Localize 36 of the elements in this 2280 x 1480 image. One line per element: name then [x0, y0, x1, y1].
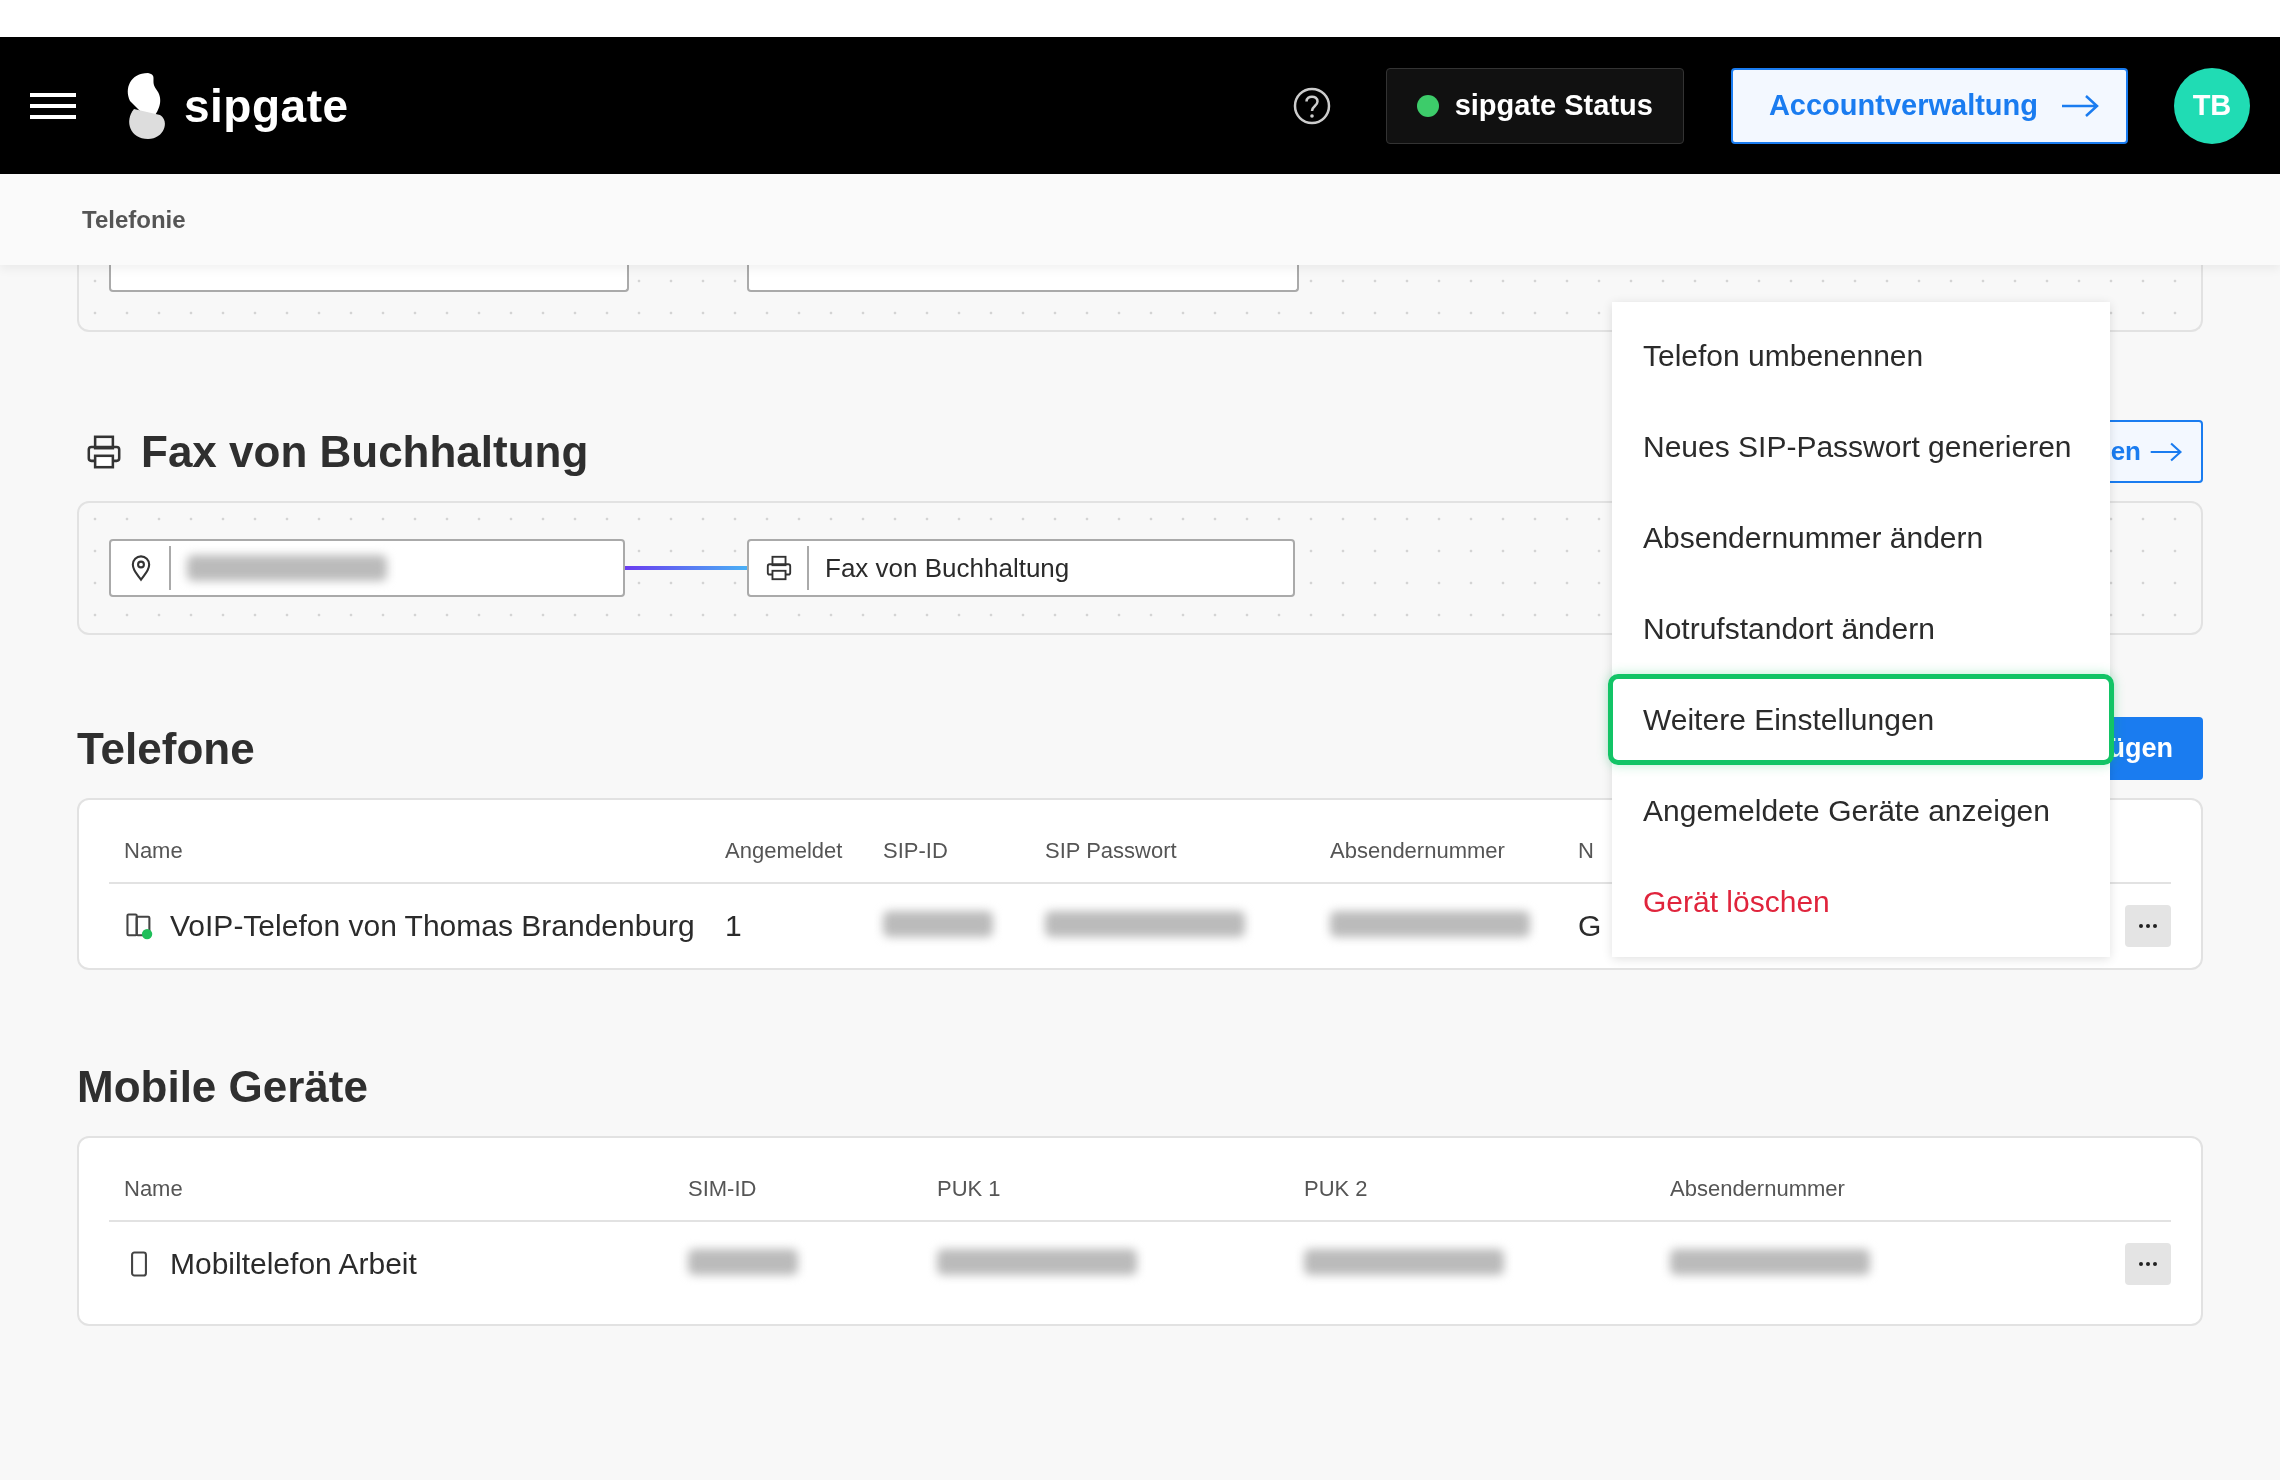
column-header: Angemeldet	[725, 838, 844, 864]
menu-item[interactable]: Gerät löschen	[1608, 856, 2114, 947]
menu-item[interactable]: Notrufstandort ändern	[1608, 583, 2114, 674]
menu-item[interactable]: Absendernummer ändern	[1608, 492, 2114, 583]
help-icon[interactable]	[1291, 85, 1332, 126]
column-header: Name	[123, 838, 184, 864]
arrow-right-icon	[2060, 93, 2100, 118]
column-header: Absendernummer	[1670, 1176, 1846, 1202]
more-icon	[2138, 923, 2158, 929]
section-title: Fax von Buchhaltung	[141, 426, 589, 477]
phone-icon	[124, 911, 154, 941]
account-button[interactable]: Accountverwaltung	[1730, 67, 2128, 144]
status-button[interactable]: sipgate Status	[1385, 67, 1684, 144]
section-title: Telefone	[77, 723, 255, 774]
column-header: PUK 2	[1304, 1176, 1369, 1202]
section-title: Mobile Geräte	[77, 1061, 368, 1112]
table-cell-text: G	[1578, 909, 1603, 943]
column-header: SIM-ID	[688, 1176, 758, 1202]
table-cell-text: 1	[725, 909, 743, 943]
column-header: N	[1578, 838, 1595, 864]
menu-item[interactable]: Weitere Einstellungen	[1608, 674, 2114, 765]
more-icon	[2138, 1261, 2158, 1267]
fax-icon	[765, 554, 793, 582]
column-header: Absendernummer	[1330, 838, 1506, 864]
logo-text: sipgate	[184, 78, 349, 133]
fax-name: Fax von Buchhaltung	[825, 552, 1070, 584]
column-header: SIP Passwort	[1045, 838, 1178, 864]
column-header: Name	[123, 1176, 184, 1202]
menu-item[interactable]: Angemeldete Geräte anzeigen	[1608, 765, 2114, 856]
column-header: SIP-ID	[883, 838, 949, 864]
device-name: VoIP-Telefon von Thomas Brandenburg	[170, 909, 695, 943]
device-name: Mobiltelefon Arbeit	[170, 1247, 417, 1281]
column-header: PUK 1	[937, 1176, 1002, 1202]
page-title: Telefonie	[82, 205, 186, 234]
menu-icon[interactable]	[30, 90, 76, 121]
menu-item[interactable]: Telefon umbenennen	[1608, 310, 2114, 401]
